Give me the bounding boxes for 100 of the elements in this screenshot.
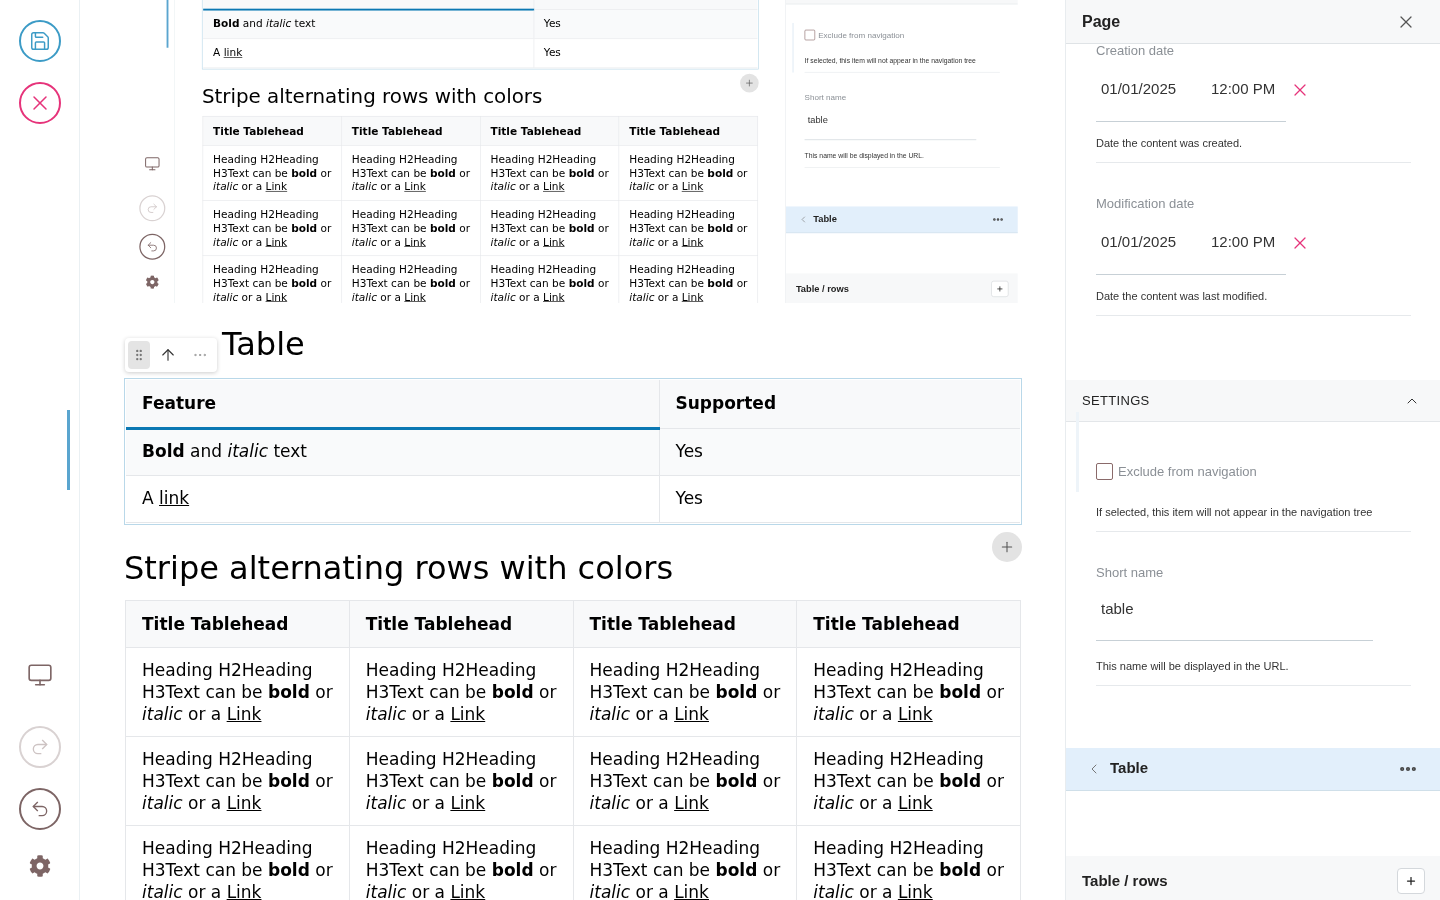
cell-text: Heading H2Heading H3Text can be bold or italic or a Link [813,836,1004,900]
link[interactable]: Link [681,235,704,248]
cell-text: Heading H2Heading H3Text can be bold or italic or a Link [490,152,609,194]
cell-text: Heading H2Heading H3Text can be bold or italic or a Link [351,152,471,194]
help-text: Date the content was last modified. [1096,289,1269,303]
undo-button[interactable] [18,788,61,830]
cell-text: Heading H2Heading H3Text can be bold or italic or a Link [365,836,557,900]
checkbox[interactable] [804,29,816,41]
block-bar[interactable]: Table [785,206,1018,233]
link[interactable]: Link [543,290,565,303]
cell-text: Heading H2Heading H3Text can be bold or italic or a Link [813,747,1004,814]
add-block-button[interactable] [740,73,759,93]
cell-text: Heading H2Heading H3Text can be bold or italic or a Link [365,747,557,814]
cell-text: Yes [543,45,562,61]
rows-title: Table / rows [795,282,849,296]
date-input[interactable]: 01/01/2025 [1101,231,1211,254]
help-text: If selected, this item will not appear in the navigation tree [1096,504,1374,519]
link[interactable]: Link [265,235,288,248]
cell-text: Heading H2Heading H3Text can be bold or italic or a Link [490,262,609,303]
time-input[interactable]: 12:00 PM [1211,231,1276,254]
header-cell[interactable]: Title Tablehead [125,600,350,647]
link[interactable]: Link [226,792,262,813]
checkbox[interactable] [1096,463,1113,481]
sidebar-title: Page [1082,11,1121,32]
link[interactable]: link [159,487,190,508]
section-heading: Table [222,324,305,364]
header-cell[interactable]: Title Tablehead [573,600,797,647]
cell-text: Heading H2Heading H3Text can be bold or italic or a Link [589,747,781,814]
add-row-button[interactable] [1397,868,1425,894]
cell-text: A link [142,486,191,510]
help-text: This name will be displayed in the URL. [1096,658,1290,673]
link[interactable]: Link [681,180,704,193]
link[interactable]: Link [681,290,704,303]
cell-text: Bold and italic text [213,16,317,32]
cell-text: Heading H2Heading H3Text can be bold or italic or a Link [142,658,333,725]
field-label: Modification date [1096,197,1196,211]
add-row-button[interactable] [991,280,1009,297]
link[interactable]: Link [404,180,426,193]
link[interactable]: Link [674,792,709,813]
link[interactable]: Link [265,290,288,303]
scroll-indicator [166,0,169,48]
link[interactable]: Link [543,235,565,248]
checkbox-label[interactable]: Exclude from navigation [818,29,905,42]
header-cell[interactable]: Supported [659,380,1020,428]
link[interactable]: Link [450,881,486,900]
field-label: Creation date [1096,44,1176,58]
cell-text: Heading H2Heading H3Text can be bold or italic or a Link [490,207,609,249]
cell-text: Heading H2Heading H3Text can be bold or italic or a Link [589,658,781,725]
header-cell[interactable]: Title Tablehead [349,600,573,647]
cancel-button[interactable] [18,82,61,124]
block-title: Table [813,212,837,226]
link[interactable]: Link [674,703,709,724]
settings-icon[interactable] [28,855,51,877]
link[interactable]: Link [897,792,933,813]
link[interactable]: Link [226,881,262,900]
link[interactable]: Link [404,290,426,303]
section-heading: Stripe alternating rows with colors [201,83,543,109]
settings-title: SETTINGS [1082,391,1150,410]
settings-bar[interactable]: SETTINGS [1066,380,1440,422]
cell-text: Yes [675,486,704,510]
add-block-button[interactable] [992,531,1022,562]
cell-text: Heading H2Heading H3Text can be bold or italic or a Link [213,262,332,303]
short-name-input[interactable]: table [804,102,977,140]
save-button[interactable] [18,20,61,62]
cell-text: Heading H2Heading H3Text can be bold or italic or a Link [629,207,748,249]
field-label: Short name [1096,565,1165,580]
date-input[interactable]: 01/01/2025 [1101,78,1211,101]
link[interactable]: link [223,46,243,59]
link[interactable]: Link [404,235,426,248]
link[interactable]: Link [226,703,262,724]
rows-title: Table / rows [1082,870,1168,891]
cell-text: Heading H2Heading H3Text can be bold or italic or a Link [813,658,1004,725]
field-label: Short name [804,93,848,102]
time-input[interactable]: 12:00 PM [1211,78,1276,101]
cell-text: Yes [543,16,562,32]
short-name-input[interactable]: table [1096,579,1373,641]
cell-text: Heading H2Heading H3Text can be bold or italic or a Link [589,836,781,900]
settings-icon[interactable] [145,275,159,289]
undo-button[interactable] [139,233,166,260]
monitor-icon[interactable] [26,662,53,688]
cell-text: Heading H2Heading H3Text can be bold or italic or a Link [351,207,471,249]
block-bar[interactable]: Table [1066,747,1440,791]
cell-text: Heading H2Heading H3Text can be bold or italic or a Link [213,207,332,249]
cell-text: A link [213,45,244,61]
cell-text: Heading H2Heading H3Text can be bold or italic or a Link [351,262,471,303]
link[interactable]: Link [897,703,933,724]
link[interactable]: Link [450,703,486,724]
cell-text: Bold and italic text [142,440,308,464]
link[interactable]: Link [265,180,288,193]
header-cell[interactable]: Title Tablehead [796,600,1021,647]
section-heading: Stripe alternating rows with colors [124,547,674,588]
cell-text: Heading H2Heading H3Text can be bold or italic or a Link [629,262,748,303]
block-title: Table [1110,758,1149,779]
cell-text: Heading H2Heading H3Text can be bold or italic or a Link [142,836,333,900]
link[interactable]: Link [450,792,486,813]
link[interactable]: Link [674,881,709,900]
link[interactable]: Link [543,180,565,193]
link[interactable]: Link [897,881,933,900]
cell-text: Heading H2Heading H3Text can be bold or italic or a Link [213,152,332,194]
drag-handle[interactable] [128,341,150,369]
